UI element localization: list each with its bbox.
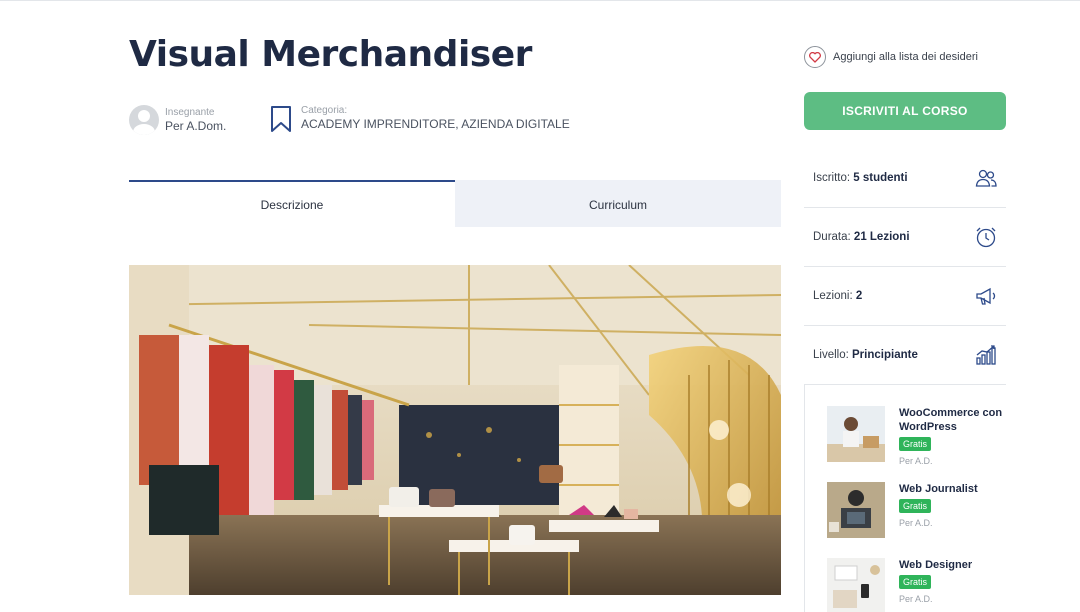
course-author: Per A.D.: [899, 594, 933, 604]
info-duration: Durata: 21 Lezioni: [804, 208, 1006, 267]
tab-curriculum[interactable]: Curriculum: [455, 180, 781, 227]
enroll-button[interactable]: ISCRIVITI AL CORSO: [804, 92, 1006, 130]
info-enrolled-label: Iscritto:: [813, 172, 851, 184]
course-info-list: Iscritto: 5 studenti Durata: 21 Lezioni …: [804, 149, 1006, 385]
instructor-name[interactable]: Per A.Dom.: [165, 119, 226, 134]
course-title[interactable]: Web Designer: [899, 558, 1011, 572]
course-title[interactable]: WooCommerce con WordPress: [899, 406, 1011, 434]
wishlist-button[interactable]: Aggiungi alla lista dei desideri: [804, 46, 978, 68]
instructor-info: Insegnante Per A.Dom.: [129, 105, 226, 135]
info-lessons-value: 2: [855, 290, 863, 302]
info-enrolled-value: 5 studenti: [853, 172, 908, 184]
course-tabs: Descrizione Curriculum: [129, 180, 781, 227]
info-enrolled: Iscritto: 5 studenti: [804, 149, 1006, 208]
info-lessons: Lezioni: 2: [804, 267, 1006, 326]
course-title[interactable]: Web Journalist: [899, 482, 1011, 496]
related-course-item[interactable]: Web Journalist Gratis Per A.D.: [827, 482, 1011, 538]
course-author: Per A.D.: [899, 518, 933, 528]
category-value[interactable]: ACADEMY IMPRENDITORE, AZIENDA DIGITALE: [301, 117, 570, 132]
course-thumbnail[interactable]: [827, 406, 885, 462]
info-level: Livello: Principiante: [804, 326, 1006, 385]
info-lessons-label: Lezioni:: [813, 290, 853, 302]
course-thumbnail[interactable]: [827, 482, 885, 538]
info-level-label: Livello:: [813, 349, 849, 361]
price-badge: Gratis: [899, 575, 932, 589]
heart-icon: [804, 46, 826, 68]
category-label: Categoria:: [301, 105, 348, 116]
megaphone-icon: [976, 287, 996, 305]
info-duration-label: Durata:: [813, 231, 851, 243]
course-author: Per A.D.: [899, 456, 933, 466]
related-course-item[interactable]: WooCommerce con WordPress Gratis Per A.D…: [827, 406, 1011, 466]
level-chart-icon: [976, 345, 996, 365]
page-title: Visual Merchandiser: [129, 34, 532, 75]
price-badge: Gratis: [899, 437, 932, 451]
course-thumbnail[interactable]: [827, 558, 885, 612]
info-duration-value: 21 Lezioni: [853, 231, 910, 243]
instructor-label: Insegnante: [165, 106, 215, 118]
category-info: Categoria: ACADEMY IMPRENDITORE, AZIENDA…: [270, 105, 570, 133]
students-icon: [975, 169, 997, 187]
related-courses: WooCommerce con WordPress Gratis Per A.D…: [804, 384, 1006, 612]
top-divider: [0, 0, 1080, 1]
course-hero-image: [129, 265, 781, 595]
related-course-item[interactable]: Web Designer Gratis Per A.D.: [827, 558, 1011, 612]
price-badge: Gratis: [899, 499, 932, 513]
avatar: [129, 105, 159, 135]
info-level-value: Principiante: [852, 349, 918, 361]
clock-icon: [976, 227, 996, 248]
bookmark-icon: [271, 106, 291, 132]
tab-descrizione[interactable]: Descrizione: [129, 180, 455, 227]
wishlist-label: Aggiungi alla lista dei desideri: [833, 51, 978, 63]
